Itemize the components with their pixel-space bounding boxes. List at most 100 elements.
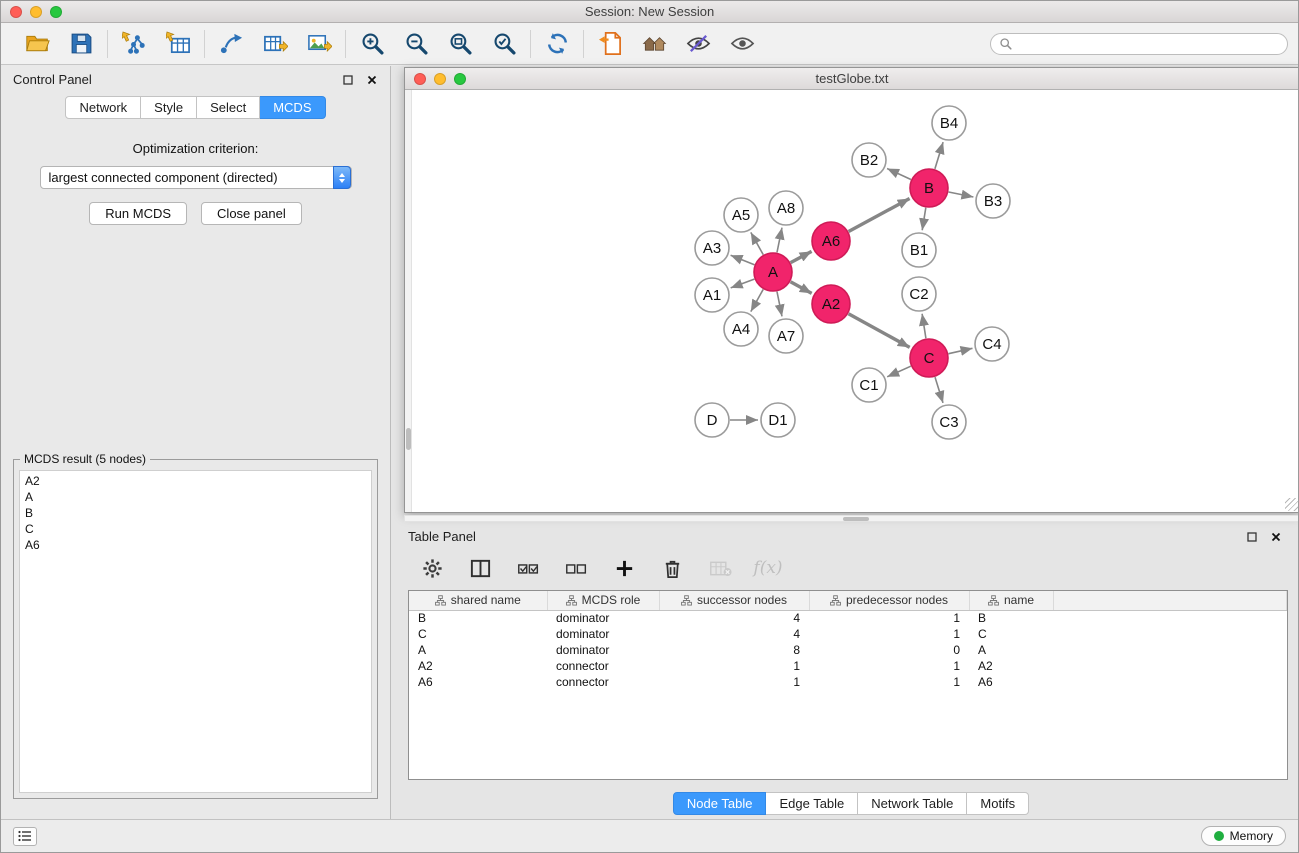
- criterion-dropdown[interactable]: largest connected component (directed): [40, 166, 352, 189]
- table-row[interactable]: Cdominator41C: [409, 626, 1287, 642]
- run-mcds-button[interactable]: Run MCDS: [89, 202, 187, 225]
- node-C4[interactable]: C4: [975, 327, 1009, 361]
- export-table-icon[interactable]: [261, 30, 289, 58]
- mcds-result-item[interactable]: A2: [25, 473, 366, 489]
- show-details-icon[interactable]: [728, 30, 756, 58]
- tab-select[interactable]: Select: [197, 96, 260, 119]
- edge-A-A6[interactable]: [791, 251, 812, 262]
- edge-A-A4[interactable]: [751, 289, 763, 311]
- open-file-icon[interactable]: [23, 30, 51, 58]
- node-B2[interactable]: B2: [852, 143, 886, 177]
- settings-gear-icon[interactable]: [418, 554, 446, 582]
- node-C2[interactable]: C2: [902, 277, 936, 311]
- edge-A-A2[interactable]: [791, 282, 812, 294]
- zoom-window-button[interactable]: [50, 6, 62, 18]
- export-image-icon[interactable]: [305, 30, 333, 58]
- vertical-scrollbar[interactable]: [405, 90, 412, 512]
- search-field[interactable]: [990, 33, 1288, 55]
- edge-A2-C[interactable]: [849, 314, 910, 348]
- hide-details-icon[interactable]: [684, 30, 712, 58]
- edge-A-A8[interactable]: [777, 228, 782, 253]
- close-table-panel-icon[interactable]: [1270, 531, 1282, 543]
- table-row[interactable]: A6connector11A6: [409, 674, 1287, 690]
- edge-C-C3[interactable]: [935, 377, 943, 403]
- memory-button[interactable]: Memory: [1201, 826, 1286, 846]
- edge-B-B4[interactable]: [935, 142, 943, 169]
- import-table-icon[interactable]: [164, 30, 192, 58]
- node-B1[interactable]: B1: [902, 233, 936, 267]
- node-A[interactable]: A: [754, 253, 792, 291]
- edge-A-A7[interactable]: [777, 292, 782, 317]
- first-neighbors-icon[interactable]: [640, 30, 668, 58]
- node-C3[interactable]: C3: [932, 405, 966, 439]
- network-graph[interactable]: B4B2BB3A5A8A6B1A3AC2A1A2A4A7C4CC1C3DD1: [405, 90, 1299, 512]
- zoom-out-icon[interactable]: [402, 30, 430, 58]
- mcds-result-item[interactable]: A6: [25, 537, 366, 553]
- tab-node-table[interactable]: Node Table: [673, 792, 767, 815]
- save-session-icon[interactable]: [67, 30, 95, 58]
- close-panel-button[interactable]: Close panel: [201, 202, 302, 225]
- mcds-result-item[interactable]: A: [25, 489, 366, 505]
- close-network-window-button[interactable]: [414, 73, 426, 85]
- mcds-result-item[interactable]: B: [25, 505, 366, 521]
- node-B4[interactable]: B4: [932, 106, 966, 140]
- zoom-in-icon[interactable]: [358, 30, 386, 58]
- column-chooser-icon[interactable]: [466, 554, 494, 582]
- import-network-icon[interactable]: [120, 30, 148, 58]
- zoom-fit-icon[interactable]: [446, 30, 474, 58]
- edge-A-A3[interactable]: [731, 255, 755, 264]
- node-B3[interactable]: B3: [976, 184, 1010, 218]
- edge-B-B2[interactable]: [887, 169, 911, 180]
- edge-B-B1[interactable]: [922, 208, 926, 231]
- task-history-button[interactable]: [13, 827, 37, 846]
- float-table-panel-icon[interactable]: [1246, 531, 1258, 543]
- node-A3[interactable]: A3: [695, 231, 729, 265]
- node-B[interactable]: B: [910, 169, 948, 207]
- node-C[interactable]: C: [910, 339, 948, 377]
- delete-row-icon[interactable]: [658, 554, 686, 582]
- column-header-shared-name[interactable]: shared name: [409, 591, 547, 610]
- node-A8[interactable]: A8: [769, 191, 803, 225]
- table-row[interactable]: Bdominator41B: [409, 610, 1287, 626]
- network-canvas[interactable]: B4B2BB3A5A8A6B1A3AC2A1A2A4A7C4CC1C3DD1: [405, 90, 1299, 512]
- table-row[interactable]: A2connector11A2: [409, 658, 1287, 674]
- apply-layout-icon[interactable]: [543, 30, 571, 58]
- node-A2[interactable]: A2: [812, 285, 850, 323]
- deselect-all-icon[interactable]: [562, 554, 590, 582]
- vertical-scrollbar-thumb[interactable]: [406, 428, 411, 450]
- minimize-network-window-button[interactable]: [434, 73, 446, 85]
- edge-A-A5[interactable]: [751, 232, 763, 254]
- zoom-network-window-button[interactable]: [454, 73, 466, 85]
- node-A4[interactable]: A4: [724, 312, 758, 346]
- node-A1[interactable]: A1: [695, 278, 729, 312]
- add-row-icon[interactable]: [610, 554, 638, 582]
- network-file-icon[interactable]: [596, 30, 624, 58]
- mcds-result-list[interactable]: A2ABCA6: [19, 470, 372, 793]
- column-header-successor-nodes[interactable]: successor nodes: [659, 591, 809, 610]
- horizontal-scrollbar[interactable]: [404, 515, 1299, 522]
- edge-C-C4[interactable]: [949, 348, 973, 353]
- tab-motifs[interactable]: Motifs: [967, 792, 1029, 815]
- close-panel-icon[interactable]: [366, 74, 378, 86]
- node-A7[interactable]: A7: [769, 319, 803, 353]
- float-panel-icon[interactable]: [342, 74, 354, 86]
- tab-network-table[interactable]: Network Table: [858, 792, 967, 815]
- edge-B-B3[interactable]: [949, 192, 974, 197]
- table-row[interactable]: Adominator80A: [409, 642, 1287, 658]
- resize-grip[interactable]: [1285, 498, 1298, 511]
- minimize-window-button[interactable]: [30, 6, 42, 18]
- node-A6[interactable]: A6: [812, 222, 850, 260]
- edge-C-C1[interactable]: [887, 366, 911, 377]
- edge-A-A1[interactable]: [731, 279, 755, 288]
- node-D1[interactable]: D1: [761, 403, 795, 437]
- node-C1[interactable]: C1: [852, 368, 886, 402]
- edge-C-C2[interactable]: [922, 314, 926, 338]
- column-header-name[interactable]: name: [969, 591, 1053, 610]
- tab-style[interactable]: Style: [141, 96, 197, 119]
- mcds-result-item[interactable]: C: [25, 521, 366, 537]
- close-window-button[interactable]: [10, 6, 22, 18]
- node-A5[interactable]: A5: [724, 198, 758, 232]
- tab-edge-table[interactable]: Edge Table: [766, 792, 858, 815]
- zoom-selected-icon[interactable]: [490, 30, 518, 58]
- select-all-icon[interactable]: [514, 554, 542, 582]
